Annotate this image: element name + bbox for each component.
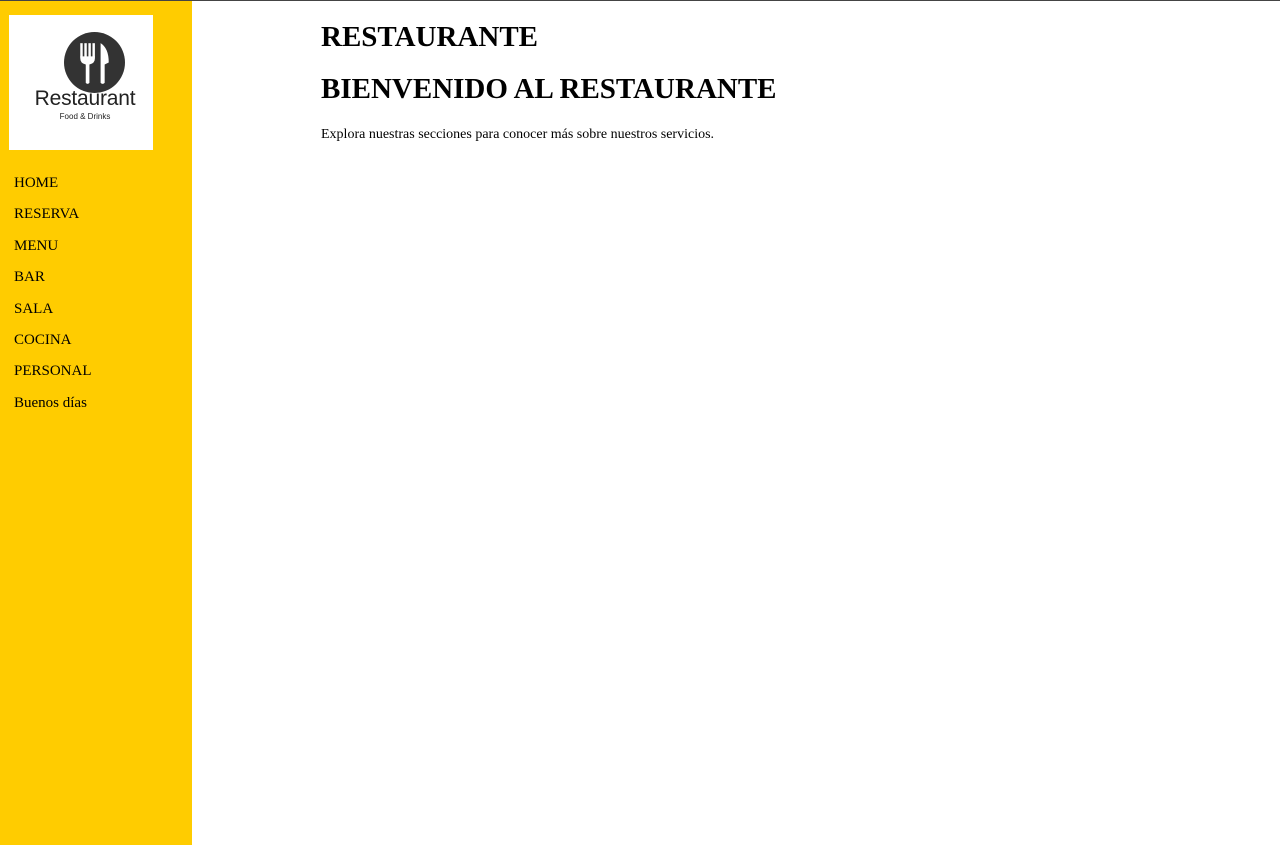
sidebar-item-sala[interactable]: SALA [14,299,92,330]
sidebar-item-cocina[interactable]: COCINA [14,330,92,361]
restaurant-logo[interactable]: Restaurant Food & Drinks [9,15,153,150]
fork-knife-icon [64,32,125,93]
logo-title: Restaurant [34,87,136,110]
sidebar-item-menu[interactable]: MENU [14,236,92,267]
top-border [0,0,1280,1]
sidebar-item-reserva[interactable]: RESERVA [14,204,92,235]
sidebar-item-home[interactable]: HOME [14,173,92,204]
intro-text: Explora nuestras secciones para conocer … [321,127,715,142]
welcome-heading: BIENVENIDO AL RESTAURANTE [321,73,777,105]
sidebar-nav: HOME RESERVA MENU BAR SALA COCINA PERSON… [14,173,92,424]
sidebar-item-personal[interactable]: PERSONAL [14,361,92,392]
logo-subtitle: Food & Drinks [59,112,111,121]
sidebar-item-bar[interactable]: BAR [14,267,92,298]
sidebar-item-buenos-dias[interactable]: Buenos días [14,393,92,424]
page-title: RESTAURANTE [321,21,539,53]
sidebar: Restaurant Food & Drinks HOME RESERVA ME… [0,1,192,845]
